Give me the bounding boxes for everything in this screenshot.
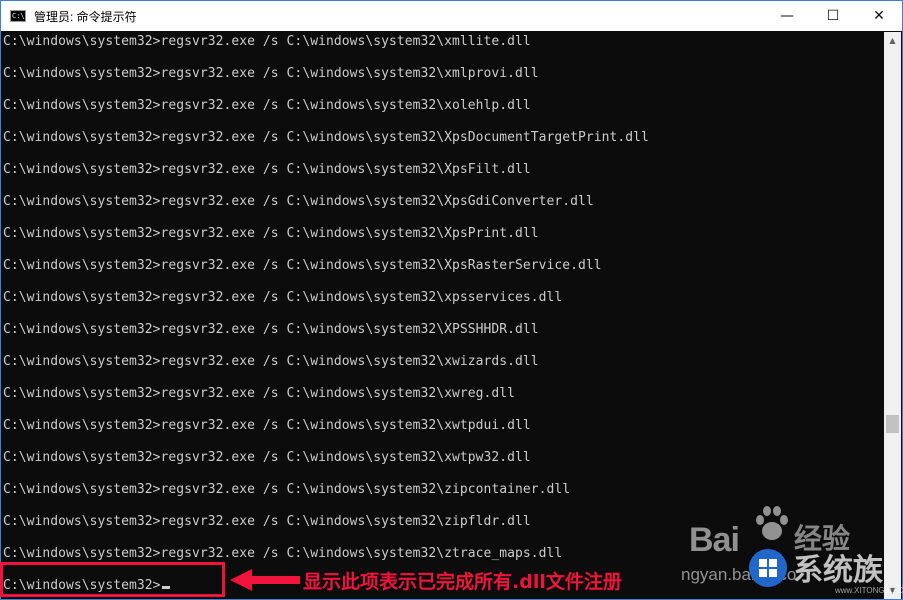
console-line: C:\windows\system32>regsvr32.exe /s C:\w… (3, 290, 563, 305)
scroll-up-arrow-icon[interactable]: ▲ (884, 32, 901, 49)
console-line: C:\windows\system32>regsvr32.exe /s C:\w… (3, 450, 531, 465)
annotation-arrow-icon (230, 569, 300, 591)
cmd-icon: C:\ (10, 10, 26, 22)
console-line: C:\windows\system32>regsvr32.exe /s C:\w… (3, 514, 531, 529)
minimize-button[interactable]: — (764, 1, 810, 31)
close-button[interactable]: ✕ (856, 1, 902, 31)
title-bar[interactable]: C:\ 管理员: 命令提示符 — ☐ ✕ (1, 1, 902, 31)
console-output[interactable]: C:\windows\system32>regsvr32.exe /s C:\w… (1, 32, 885, 599)
annotation-text: 显示此项表示已完成所有.dll文件注册 (303, 571, 622, 593)
console-line: C:\windows\system32>regsvr32.exe /s C:\w… (3, 482, 571, 497)
console-line: C:\windows\system32>regsvr32.exe /s C:\w… (3, 258, 602, 273)
console-line: C:\windows\system32>regsvr32.exe /s C:\w… (3, 386, 515, 401)
prompt-highlight-box (0, 562, 225, 597)
console-line: C:\windows\system32>regsvr32.exe /s C:\w… (3, 194, 594, 209)
console-line: C:\windows\system32>regsvr32.exe /s C:\w… (3, 66, 539, 81)
console-line: C:\windows\system32>regsvr32.exe /s C:\w… (3, 34, 531, 49)
scroll-down-arrow-icon[interactable]: ▼ (884, 582, 901, 599)
console-line: C:\windows\system32>regsvr32.exe /s C:\w… (3, 130, 649, 145)
window-title: 管理员: 命令提示符 (34, 9, 137, 24)
command-prompt-window: C:\ 管理员: 命令提示符 — ☐ ✕ C:\windows\system32… (0, 0, 903, 600)
console-line: C:\windows\system32>regsvr32.exe /s C:\w… (3, 162, 531, 177)
maximize-button[interactable]: ☐ (810, 1, 856, 31)
console-line: C:\windows\system32>regsvr32.exe /s C:\w… (3, 226, 539, 241)
console-line: C:\windows\system32>regsvr32.exe /s C:\w… (3, 98, 531, 113)
console-line: C:\windows\system32>regsvr32.exe /s C:\w… (3, 322, 539, 337)
console-line: C:\windows\system32>regsvr32.exe /s C:\w… (3, 354, 539, 369)
console-line: C:\windows\system32>regsvr32.exe /s C:\w… (3, 546, 563, 561)
vertical-scrollbar[interactable]: ▲ ▼ (884, 32, 901, 599)
console-line: C:\windows\system32>regsvr32.exe /s C:\w… (3, 418, 531, 433)
window-controls: — ☐ ✕ (764, 1, 902, 31)
scrollbar-thumb[interactable] (886, 415, 899, 433)
